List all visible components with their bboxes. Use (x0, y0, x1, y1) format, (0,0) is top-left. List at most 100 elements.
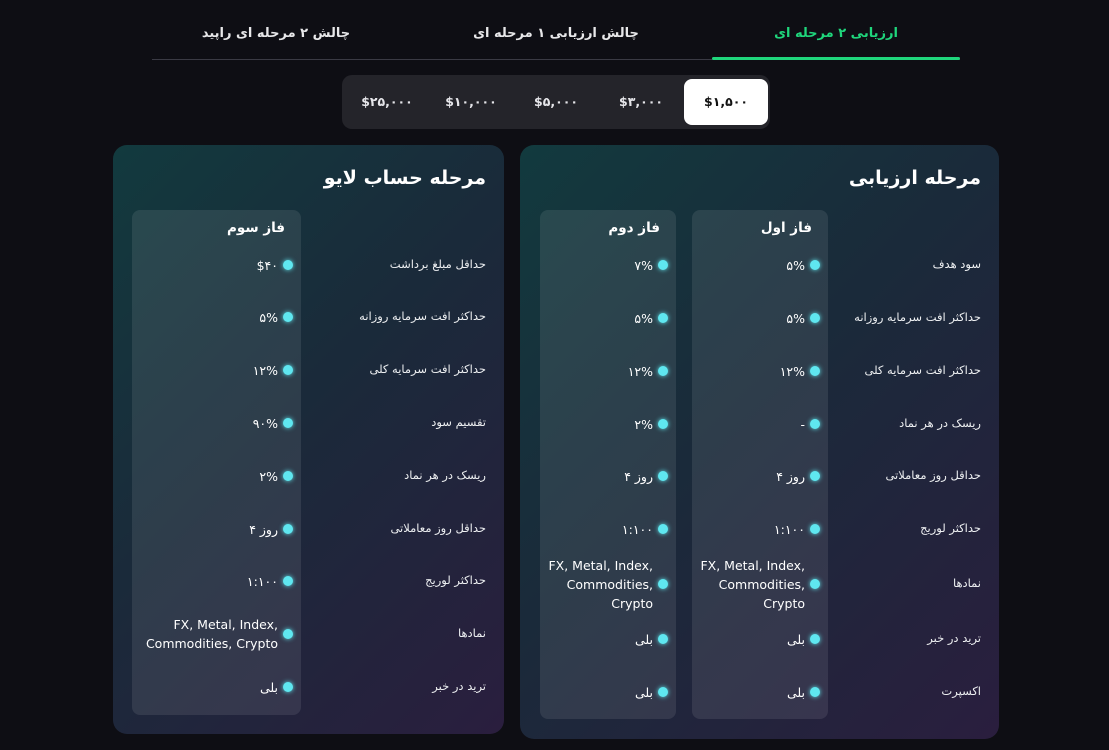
phase-three-value-text: ۹۰% (252, 415, 278, 431)
bullet-dot-icon (283, 260, 293, 270)
phase-three-value: ۱۲% (140, 360, 293, 380)
bullet-dot-icon (658, 687, 668, 697)
bullet-dot-icon (810, 634, 820, 644)
live-row-label: تقسیم سود (431, 415, 486, 429)
live-account-stage-card: مرحله حساب لایو حداقل مبلغ برداشت حداکثر … (113, 145, 504, 734)
bullet-dot-icon (658, 524, 668, 534)
phase-three-value: $۴۰ (140, 255, 293, 275)
phase-one-value: بلی (700, 682, 820, 702)
phase-three-value-text: FX, Metal, Index, Commodities, Crypto (145, 617, 278, 651)
phase-one-value: ۵% (700, 308, 820, 328)
phase-one-value: ۵% (700, 255, 820, 275)
phase-two-value: ۵% (548, 308, 668, 328)
phase-three-value: بلی (140, 677, 293, 697)
phase-three-column: فاز سوم $۴۰ ۵% ۱۲% ۹۰% ۲% ۴ روز ۱:۱۰۰ FX, Metal… (132, 210, 301, 715)
tab-rapid-2-step[interactable]: چالش ۲ مرحله ای راپید (152, 10, 400, 58)
phase-three-value-text: ۱:۱۰۰ (246, 573, 278, 589)
bullet-dot-icon (658, 313, 668, 323)
live-row-label: ریسک در هر نماد (404, 468, 486, 482)
live-row-label: حداکثر افت سرمایه روزانه (359, 309, 486, 323)
phase-three-value: ۹۰% (140, 413, 293, 433)
phase-three-value: ۵% (140, 307, 293, 327)
live-row-label: نمادها (457, 626, 486, 640)
phase-two-title: فاز دوم (608, 220, 660, 236)
bullet-dot-icon (283, 471, 293, 481)
live-row-label: حداقل روز معاملاتی (390, 521, 486, 535)
live-stage-title: مرحله حساب لایو (323, 167, 486, 189)
evaluation-row-label: ریسک در هر نماد (899, 416, 981, 430)
evaluation-row-label: حداکثر افت سرمایه کلی (864, 363, 981, 377)
program-tabs: ارزیابی ۲ مرحله ای چالش ارزیابی ۱ مرحله … (152, 10, 960, 60)
phase-two-value-text: بلی (634, 631, 653, 647)
amount-option-5000[interactable]: $۵,۰۰۰ (514, 79, 598, 125)
bullet-dot-icon (658, 366, 668, 376)
tab-evaluation-1-step[interactable]: چالش ارزیابی ۱ مرحله ای (432, 10, 680, 58)
phase-one-value: بلی (700, 629, 820, 649)
evaluation-row-label: اکسپرت (941, 684, 981, 698)
phase-two-value: ۴ روز (548, 466, 668, 486)
bullet-dot-icon (283, 629, 293, 639)
bullet-dot-icon (810, 579, 820, 589)
phase-two-value: ۱۲% (548, 361, 668, 381)
phase-three-value-text: ۵% (259, 309, 278, 325)
live-row-label: حداکثر افت سرمایه کلی (369, 362, 486, 376)
phase-three-value-text: $۴۰ (256, 257, 278, 273)
amount-option-1500[interactable]: $۱,۵۰۰ (684, 79, 768, 125)
evaluation-stage-title: مرحله ارزیابی (848, 167, 981, 189)
phase-one-value-text: بلی (786, 684, 805, 700)
phase-one-value: FX, Metal, Index, Commodities, Crypto (700, 554, 820, 614)
bullet-dot-icon (283, 418, 293, 428)
bullet-dot-icon (658, 579, 668, 589)
phase-one-title: فاز اول (760, 220, 812, 236)
phase-one-value: ۴ روز (700, 466, 820, 486)
phase-three-value: ۲% (140, 466, 293, 486)
amount-option-25000[interactable]: $۲۵,۰۰۰ (345, 79, 429, 125)
phase-one-value: ۱:۱۰۰ (700, 519, 820, 539)
amount-option-3000[interactable]: $۳,۰۰۰ (599, 79, 683, 125)
phase-one-value: ۱۲% (700, 361, 820, 381)
phase-two-value-text: ۱:۱۰۰ (621, 521, 653, 537)
bullet-dot-icon (810, 260, 820, 270)
phase-three-value: ۴ روز (140, 519, 293, 539)
bullet-dot-icon (658, 471, 668, 481)
bullet-dot-icon (810, 419, 820, 429)
phase-two-value: بلی (548, 629, 668, 649)
phase-two-value-text: بلی (634, 684, 653, 700)
live-row-label: حداکثر لوریج (425, 573, 486, 587)
bullet-dot-icon (810, 524, 820, 534)
phase-three-value-text: بلی (259, 679, 278, 695)
phase-two-value: ۱:۱۰۰ (548, 519, 668, 539)
account-size-selector: $۱,۵۰۰ $۳,۰۰۰ $۵,۰۰۰ $۱۰,۰۰۰ $۲۵,۰۰۰ (342, 75, 770, 129)
phase-two-value-text: ۴ روز (624, 468, 653, 484)
bullet-dot-icon (658, 419, 668, 429)
bullet-dot-icon (658, 260, 668, 270)
live-row-label: حداقل مبلغ برداشت (389, 257, 486, 271)
bullet-dot-icon (810, 313, 820, 323)
evaluation-row-label: سود هدف (932, 257, 981, 271)
evaluation-stage-card: مرحله ارزیابی سود هدف حداکثر افت سرمایه ر… (520, 145, 999, 739)
evaluation-row-label: ترید در خبر (927, 631, 981, 645)
evaluation-row-label: حداکثر لوریج (920, 521, 981, 535)
phase-two-value-text: ۲% (634, 416, 653, 432)
phase-three-value: ۱:۱۰۰ (140, 571, 293, 591)
bullet-dot-icon (283, 682, 293, 692)
bullet-dot-icon (810, 366, 820, 376)
phase-two-value: ۷% (548, 255, 668, 275)
phase-three-title: فاز سوم (226, 220, 285, 236)
bullet-dot-icon (283, 524, 293, 534)
phase-one-column: فاز اول ۵% ۵% ۱۲% - ۴ روز ۱:۱۰۰ FX, Metal, Ind… (692, 210, 828, 719)
phase-three-value-text: ۱۲% (252, 362, 278, 378)
bullet-dot-icon (283, 365, 293, 375)
amount-option-10000[interactable]: $۱۰,۰۰۰ (429, 79, 513, 125)
evaluation-row-label: حداقل روز معاملاتی (885, 468, 981, 482)
phase-two-column: فاز دوم ۷% ۵% ۱۲% ۲% ۴ روز ۱:۱۰۰ FX, Metal, In… (540, 210, 676, 719)
tab-evaluation-2-step[interactable]: ارزیابی ۲ مرحله ای (712, 10, 960, 60)
phase-one-value-text: ۵% (786, 310, 805, 326)
evaluation-row-label: حداکثر افت سرمایه روزانه (854, 310, 981, 324)
phase-two-value-text: ۱۲% (627, 363, 653, 379)
phase-two-value-text: FX, Metal, Index, Commodities, Crypto (548, 557, 653, 611)
phase-three-value: FX, Metal, Index, Commodities, Crypto (140, 604, 293, 664)
bullet-dot-icon (283, 576, 293, 586)
phase-three-value-text: ۲% (259, 468, 278, 484)
phase-two-value-text: ۵% (634, 310, 653, 326)
